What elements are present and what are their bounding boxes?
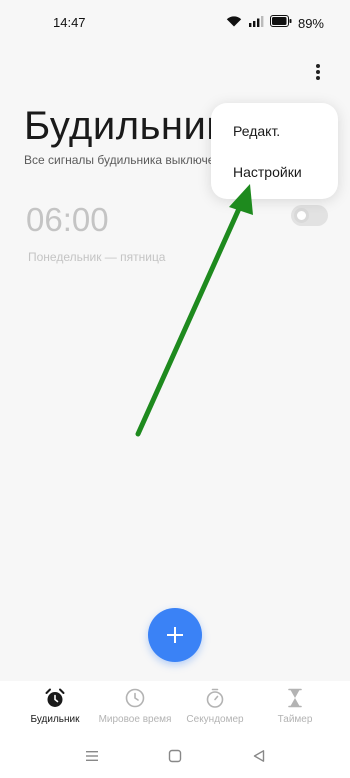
system-nav-bar	[0, 731, 350, 778]
overflow-menu: Редакт. Настройки	[211, 103, 338, 199]
back-triangle-icon	[253, 750, 265, 762]
more-options-button[interactable]	[306, 60, 330, 84]
page-subtitle: Все сигналы будильника выключены	[24, 153, 230, 167]
tab-world-clock[interactable]: Мировое время	[91, 687, 179, 725]
tab-timer[interactable]: Таймер	[251, 687, 339, 725]
tab-alarm[interactable]: Будильник	[11, 687, 99, 725]
alarm-time: 06:00	[26, 201, 109, 238]
status-time: 14:47	[53, 15, 86, 30]
tab-stopwatch[interactable]: Секундомер	[171, 687, 259, 725]
bottom-nav: Будильник Мировое время Секундомер Тайме…	[0, 681, 350, 731]
status-bar: 14:47 89%	[0, 0, 350, 44]
tab-timer-label: Таймер	[277, 714, 313, 725]
wifi-icon	[226, 14, 242, 32]
hourglass-icon	[288, 688, 302, 708]
page-title: Будильник	[24, 104, 225, 148]
recents-button[interactable]	[83, 747, 101, 765]
menu-item-edit[interactable]: Редакт.	[233, 123, 280, 139]
more-vertical-icon	[316, 64, 320, 80]
menu-item-settings[interactable]: Настройки	[233, 164, 302, 180]
battery-icon	[269, 14, 292, 32]
signal-icon	[248, 14, 264, 32]
alarm-clock-icon	[45, 688, 65, 707]
tab-alarm-label: Будильник	[30, 714, 80, 725]
battery-percent: 89%	[297, 15, 324, 31]
tab-stopwatch-label: Секундомер	[186, 714, 244, 725]
back-button[interactable]	[250, 747, 268, 765]
world-clock-icon	[125, 688, 145, 708]
home-square-icon	[168, 749, 182, 763]
add-alarm-button[interactable]	[148, 608, 202, 662]
alarm-days: Понедельник — пятница	[28, 250, 166, 264]
plus-icon	[167, 627, 183, 643]
status-icons: 89%	[226, 14, 324, 32]
menu-icon	[86, 751, 98, 761]
alarm-toggle-knob	[294, 208, 309, 223]
alarm-toggle[interactable]	[291, 205, 328, 226]
home-button[interactable]	[166, 747, 184, 765]
tab-world-clock-label: Мировое время	[98, 714, 172, 725]
stopwatch-icon	[206, 688, 224, 708]
